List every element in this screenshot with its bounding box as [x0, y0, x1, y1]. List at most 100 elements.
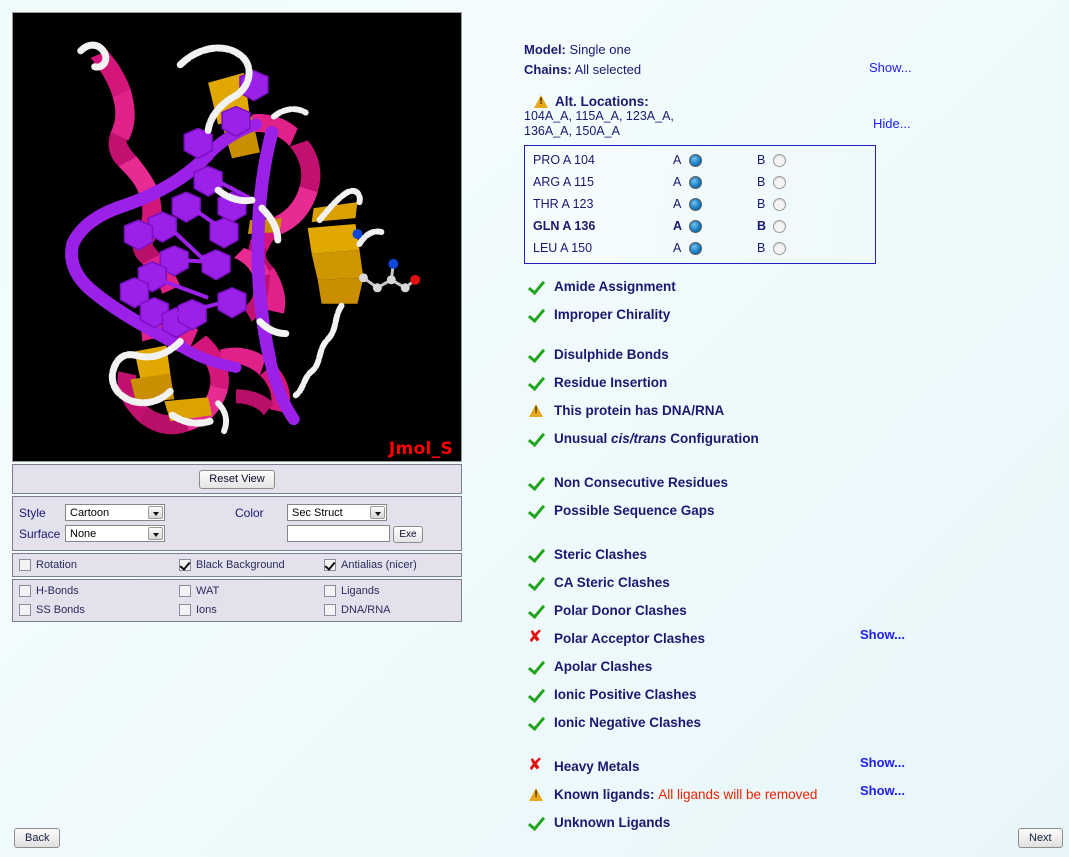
check-item-heavy-metals[interactable]: Heavy Metals Show...: [524, 752, 984, 780]
check-item-residue-insertion[interactable]: Residue Insertion: [524, 368, 984, 396]
chains-value: All selected: [574, 62, 642, 77]
check-label: Known ligands:: [554, 786, 655, 802]
table-row[interactable]: PRO A 104 A B: [525, 149, 875, 171]
altloc-option-b[interactable]: B: [757, 197, 786, 211]
altloc-letter: A: [673, 153, 682, 167]
alt-locations-hide-link[interactable]: Hide...: [873, 116, 911, 131]
chains-info-row: Chains: All selected: [524, 60, 984, 80]
radio-b[interactable]: [773, 241, 786, 255]
radio-b[interactable]: [773, 197, 786, 211]
display-options-panel: Rotation Black Background Antialias (nic…: [12, 552, 462, 577]
altloc-option-b[interactable]: B: [757, 219, 786, 233]
check-icon: [524, 686, 554, 702]
table-row[interactable]: ARG A 115 A B: [525, 171, 875, 193]
check-item-disulphide-bonds[interactable]: Disulphide Bonds: [524, 340, 984, 368]
validation-check-list: Amide Assignment Improper Chirality Disu…: [524, 272, 984, 836]
altloc-letter: A: [673, 219, 683, 233]
altloc-option-a[interactable]: A: [673, 219, 702, 233]
checkbox-ss-bonds[interactable]: SS Bonds: [19, 603, 179, 616]
checkbox-ions[interactable]: Ions: [179, 603, 324, 616]
alt-locations-section: Alt. Locations: 104A_A, 115A_A, 123A_A, …: [524, 94, 984, 139]
check-label: CA Steric Clashes: [554, 574, 670, 590]
checkbox-box[interactable]: [179, 603, 191, 616]
checkbox-dna-rna[interactable]: DNA/RNA: [324, 603, 391, 616]
check-item-polar-acceptor-clashes[interactable]: Polar Acceptor Clashes Show...: [524, 624, 984, 652]
heavy-metals-show-link[interactable]: Show...: [860, 755, 905, 770]
check-icon: [524, 374, 554, 390]
checkbox-box[interactable]: [19, 603, 31, 616]
table-row[interactable]: LEU A 150 A B: [525, 237, 875, 259]
check-item-amide-assignment[interactable]: Amide Assignment: [524, 272, 984, 300]
radio-a[interactable]: [689, 175, 702, 189]
check-item-unknown-ligands[interactable]: Unknown Ligands: [524, 808, 984, 836]
check-item-cis-trans-configuration[interactable]: Unusual cis/trans Configuration: [524, 424, 984, 452]
checkbox-box[interactable]: [324, 558, 336, 571]
reset-view-button[interactable]: Reset View: [199, 470, 275, 489]
check-item-possible-sequence-gaps[interactable]: Possible Sequence Gaps: [524, 496, 984, 524]
check-icon: [524, 574, 554, 590]
check-item-non-consecutive-residues[interactable]: Non Consecutive Residues: [524, 468, 984, 496]
check-item-apolar-clashes[interactable]: Apolar Clashes: [524, 652, 984, 680]
altloc-option-b[interactable]: B: [757, 153, 786, 167]
execute-command-button[interactable]: Exe: [393, 525, 423, 543]
check-label: Disulphide Bonds: [554, 346, 669, 362]
checkbox-wat[interactable]: WAT: [179, 584, 324, 597]
table-row[interactable]: THR A 123 A B: [525, 193, 875, 215]
style-select-value: Cartoon: [70, 507, 110, 519]
checkbox-ligands[interactable]: Ligands: [324, 584, 380, 597]
check-label: Polar Acceptor Clashes: [554, 630, 706, 646]
altloc-option-a[interactable]: A: [673, 153, 702, 167]
checkbox-rotation[interactable]: Rotation: [19, 558, 179, 571]
altloc-option-a[interactable]: A: [673, 175, 702, 189]
checkbox-box[interactable]: [179, 584, 191, 597]
back-button[interactable]: Back: [14, 828, 61, 848]
checkbox-box[interactable]: [179, 558, 191, 571]
checkbox-box[interactable]: [324, 584, 336, 597]
check-item-ionic-positive-clashes[interactable]: Ionic Positive Clashes: [524, 680, 984, 708]
check-item-steric-clashes[interactable]: Steric Clashes: [524, 540, 984, 568]
radio-a[interactable]: [689, 241, 702, 255]
render-settings-panel: Style Cartoon Color Sec Struct Surface N…: [12, 496, 462, 551]
known-ligands-show-link[interactable]: Show...: [860, 783, 905, 798]
checkbox-box[interactable]: [19, 558, 31, 571]
color-select[interactable]: Sec Struct: [287, 504, 387, 521]
radio-a[interactable]: [689, 153, 702, 167]
surface-select[interactable]: None: [65, 525, 165, 543]
checkbox-label: SS Bonds: [36, 603, 85, 616]
altloc-option-a[interactable]: A: [673, 197, 702, 211]
checkbox-box[interactable]: [324, 603, 336, 616]
table-row[interactable]: GLN A 136 A B: [525, 215, 875, 237]
alt-locations-ids-line2: 136A_A, 150A_A: [524, 124, 620, 138]
check-item-improper-chirality[interactable]: Improper Chirality: [524, 300, 984, 328]
residue-name: ARG A 115: [533, 175, 594, 189]
style-select[interactable]: Cartoon: [65, 504, 165, 521]
checkbox-box[interactable]: [19, 584, 31, 597]
altloc-option-b[interactable]: B: [757, 175, 786, 189]
radio-b[interactable]: [773, 153, 786, 167]
checkbox-antialias[interactable]: Antialias (nicer): [324, 558, 417, 571]
check-label: Amide Assignment: [554, 278, 676, 294]
check-item-ca-steric-clashes[interactable]: CA Steric Clashes: [524, 568, 984, 596]
cis-trans-emphasis: cis/trans: [611, 430, 667, 446]
molecule-rendering[interactable]: [13, 13, 461, 461]
altloc-option-b[interactable]: B: [757, 241, 786, 255]
radio-b[interactable]: [773, 175, 786, 189]
checkbox-h-bonds[interactable]: H-Bonds: [19, 584, 179, 597]
check-item-known-ligands[interactable]: Known ligands: All ligands will be remov…: [524, 780, 984, 808]
check-item-polar-donor-clashes[interactable]: Polar Donor Clashes: [524, 596, 984, 624]
feature-options-panel: H-Bonds WAT Ligands SS Bonds Ions DNA/RN…: [12, 578, 462, 622]
radio-a[interactable]: [689, 197, 702, 211]
polar-acceptor-show-link[interactable]: Show...: [860, 627, 905, 642]
command-input[interactable]: [287, 525, 390, 542]
check-icon: [524, 430, 554, 446]
check-item-ionic-negative-clashes[interactable]: Ionic Negative Clashes: [524, 708, 984, 736]
jmol-3d-canvas[interactable]: Jmol_S: [12, 12, 462, 462]
check-item-dna-rna-present[interactable]: This protein has DNA/RNA: [524, 396, 984, 424]
checkbox-black-background[interactable]: Black Background: [179, 558, 324, 571]
altloc-option-a[interactable]: A: [673, 241, 702, 255]
radio-a[interactable]: [689, 219, 702, 233]
check-label: Apolar Clashes: [554, 658, 653, 674]
radio-b[interactable]: [773, 219, 786, 233]
chains-show-link[interactable]: Show...: [869, 60, 912, 75]
next-button[interactable]: Next: [1018, 828, 1063, 848]
